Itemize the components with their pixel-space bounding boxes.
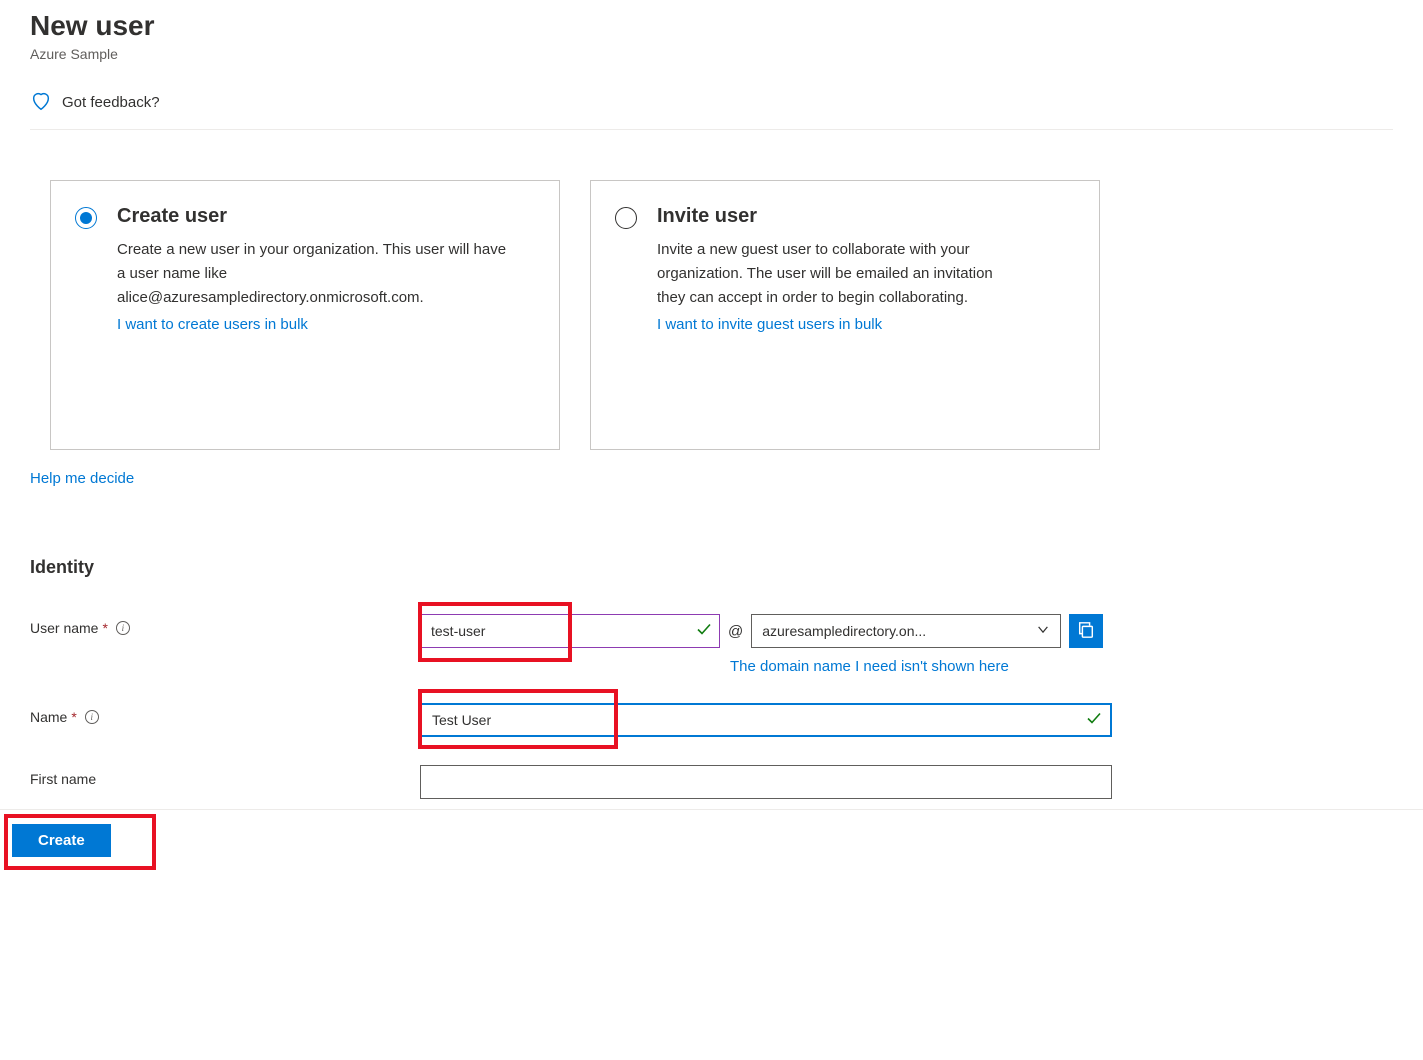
- radio-create[interactable]: [75, 207, 97, 229]
- create-bulk-link[interactable]: I want to create users in bulk: [117, 316, 308, 333]
- username-label: User name * i: [30, 614, 420, 636]
- identity-section-title: Identity: [30, 557, 1393, 578]
- invite-user-option[interactable]: Invite user Invite a new guest user to c…: [590, 180, 1100, 450]
- create-user-option[interactable]: Create user Create a new user in your or…: [50, 180, 560, 450]
- username-input[interactable]: [420, 614, 720, 648]
- invite-user-title: Invite user: [657, 205, 1071, 228]
- at-sign: @: [728, 623, 743, 640]
- create-button[interactable]: Create: [12, 824, 111, 857]
- name-input[interactable]: [420, 703, 1112, 737]
- copy-button[interactable]: [1069, 614, 1103, 648]
- create-user-description: Create a new user in your organization. …: [117, 238, 507, 310]
- create-user-title: Create user: [117, 205, 531, 228]
- invite-user-description: Invite a new guest user to collaborate w…: [657, 238, 997, 310]
- firstname-label: First name: [30, 765, 420, 787]
- page-subtitle: Azure Sample: [30, 46, 1393, 62]
- heart-icon: [30, 90, 52, 115]
- copy-icon: [1077, 621, 1095, 642]
- feedback-text: Got feedback?: [62, 94, 160, 111]
- firstname-input[interactable]: [420, 765, 1112, 799]
- invite-bulk-link[interactable]: I want to invite guest users in bulk: [657, 316, 882, 333]
- chevron-down-icon: [1036, 623, 1050, 640]
- info-icon[interactable]: i: [116, 621, 130, 635]
- help-me-decide-link[interactable]: Help me decide: [30, 470, 134, 487]
- domain-help-link[interactable]: The domain name I need isn't shown here: [730, 658, 1393, 675]
- radio-invite[interactable]: [615, 207, 637, 229]
- page-title: New user: [30, 10, 1393, 42]
- feedback-bar[interactable]: Got feedback?: [30, 82, 1393, 130]
- name-label: Name * i: [30, 703, 420, 725]
- domain-select[interactable]: azuresampledirectory.on...: [751, 614, 1061, 648]
- info-icon[interactable]: i: [85, 710, 99, 724]
